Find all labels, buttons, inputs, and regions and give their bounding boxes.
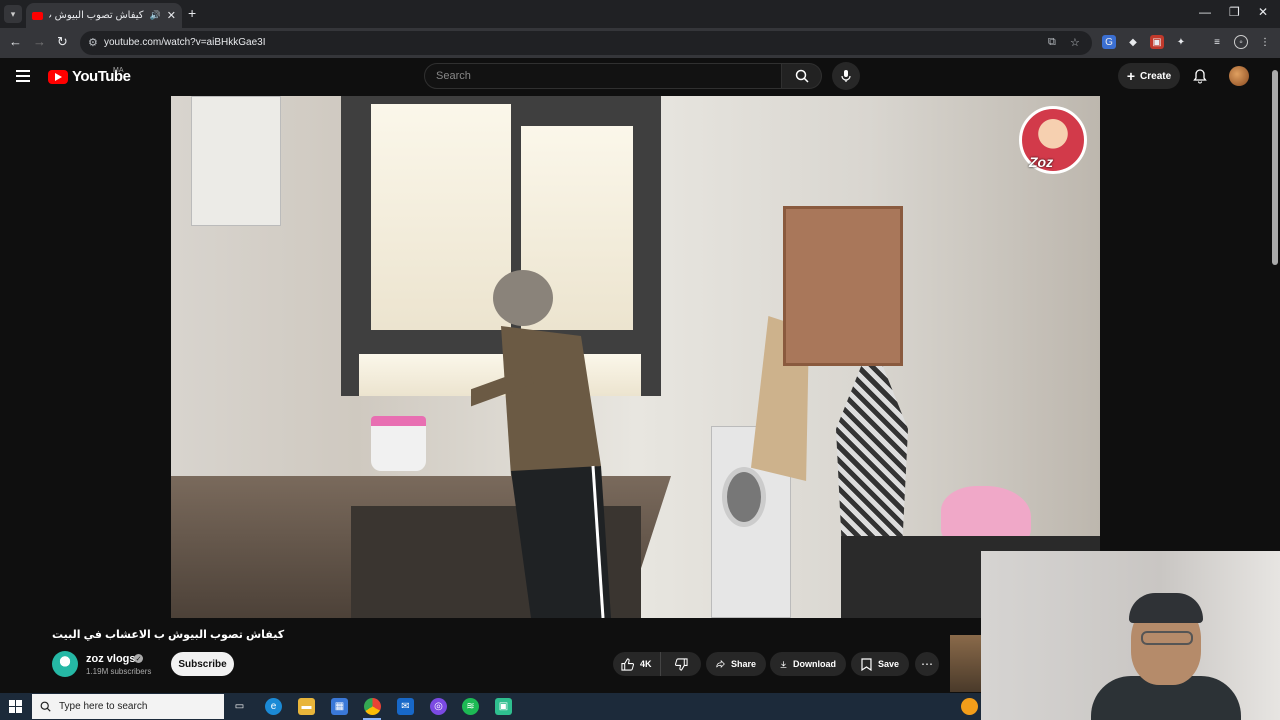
window-close-icon[interactable]: ✕ [1258, 5, 1268, 19]
youtube-play-icon [48, 69, 68, 84]
browser-toolbar: ← → ↻ ⚙ youtube.com/watch?v=aiBHkkGae3I … [0, 28, 1280, 58]
like-count: 4K [640, 659, 652, 669]
tray-app-icon[interactable] [961, 698, 978, 715]
task-view-icon[interactable]: ▭ [231, 698, 248, 715]
page-scrollbar-thumb[interactable] [1272, 70, 1278, 265]
save-playlist-icon [861, 657, 872, 671]
plus-icon: + [1126, 68, 1136, 84]
account-avatar[interactable] [1229, 66, 1249, 86]
search-icon [795, 69, 809, 83]
back-icon[interactable]: ← [9, 34, 22, 49]
voice-search-button[interactable] [832, 62, 860, 90]
subscriber-count: 1.19M subscribers [86, 667, 152, 676]
tab-search-button[interactable]: ▾ [4, 5, 22, 23]
notifications-bell-icon[interactable] [1192, 68, 1208, 84]
save-label: Save [877, 659, 899, 669]
webcam-overlay [981, 551, 1280, 720]
profile-icon[interactable]: ◦ [1234, 35, 1248, 49]
new-tab-icon[interactable]: + [188, 5, 196, 21]
video-player[interactable]: Zoz [171, 96, 1100, 618]
mail-icon[interactable]: ✉ [397, 698, 414, 715]
windows-start-icon[interactable] [9, 700, 22, 713]
windows-taskbar: Type here to search ▭ e ▬ ▦ ✉ ◎ ≋ ▣ [0, 693, 981, 720]
taskbar-search-placeholder: Type here to search [59, 701, 148, 712]
recommended-video-thumbnail[interactable] [950, 635, 981, 692]
restore-icon[interactable]: ❐ [1229, 5, 1240, 19]
chrome-icon[interactable] [364, 698, 381, 715]
webcam-person [1091, 591, 1241, 720]
install-app-icon[interactable]: ⧉ [1048, 36, 1056, 49]
like-button[interactable]: 4K [613, 652, 661, 676]
like-dislike-group: 4K [613, 652, 701, 676]
create-label: Create [1140, 70, 1172, 82]
media-control-icon[interactable]: ≡ [1210, 35, 1224, 49]
share-label: Share [730, 659, 756, 669]
channel-name[interactable]: zoz vlogs [86, 653, 136, 665]
bookmark-star-icon[interactable]: ☆ [1070, 36, 1080, 49]
extension-red-icon[interactable]: ▣ [1150, 35, 1164, 49]
search-icon [40, 701, 51, 712]
create-button[interactable]: + Create [1118, 63, 1180, 89]
app2-icon[interactable]: ▣ [495, 698, 512, 715]
tab-close-icon[interactable]: ✕ [167, 9, 176, 22]
search-input[interactable]: Search [424, 63, 782, 89]
browser-tab-strip: ▾ كيفاش تصوب البيوش ب الأ 🔊 ✕ + — ❐ ✕ [0, 0, 1280, 28]
video-frame-checkered-bag [836, 366, 908, 546]
forward-icon[interactable]: → [33, 34, 46, 49]
microphone-icon [841, 70, 851, 82]
video-frame-jug [371, 416, 426, 471]
store-icon[interactable]: ▦ [331, 698, 348, 715]
download-icon [780, 660, 787, 668]
thumbs-down-icon [674, 657, 688, 671]
thumbs-up-icon [621, 657, 634, 671]
country-code: MA [113, 67, 124, 74]
video-title: كيفاش تصوب البيوش ب الاعشاب في البيت [52, 629, 285, 641]
browser-tab[interactable]: كيفاش تصوب البيوش ب الأ 🔊 ✕ [26, 3, 182, 28]
extension-diamond-icon[interactable]: ◆ [1126, 35, 1140, 49]
spotify-icon[interactable]: ≋ [462, 698, 479, 715]
youtube-header: YouTube MA Search + Create [0, 58, 1280, 96]
video-frame-spice-shelf [783, 206, 903, 366]
translate-extension-icon[interactable]: G [1102, 35, 1116, 49]
more-actions-icon[interactable]: ⋯ [915, 652, 939, 676]
save-button[interactable]: Save [851, 652, 909, 676]
download-button[interactable]: Download [770, 652, 846, 676]
extensions-puzzle-icon[interactable]: ✦ [1174, 35, 1188, 49]
audio-playing-icon[interactable]: 🔊 [150, 10, 161, 21]
address-bar[interactable]: ⚙ youtube.com/watch?v=aiBHkkGae3I ⧉ ☆ [80, 31, 1092, 55]
url-text[interactable]: youtube.com/watch?v=aiBHkkGae3I [104, 37, 265, 48]
youtube-favicon-icon [32, 11, 43, 20]
site-info-icon[interactable]: ⚙ [88, 36, 98, 49]
taskbar-search-input[interactable]: Type here to search [32, 694, 224, 719]
video-frame-boiler [191, 96, 281, 226]
verified-check-icon: ✓ [134, 654, 143, 663]
channel-avatar[interactable] [52, 651, 78, 677]
file-explorer-icon[interactable]: ▬ [298, 698, 315, 715]
reload-icon[interactable]: ↻ [57, 34, 68, 50]
video-frame-person [471, 270, 611, 618]
dislike-button[interactable] [667, 652, 696, 676]
search-placeholder: Search [436, 70, 471, 82]
menu-icon[interactable] [16, 70, 30, 82]
share-button[interactable]: Share [706, 652, 766, 676]
download-label: Download [793, 659, 836, 669]
edge-icon[interactable]: e [265, 698, 282, 715]
share-icon [716, 659, 725, 669]
channel-watermark-text: Zoz [1029, 154, 1054, 170]
subscribe-button[interactable]: Subscribe [171, 652, 234, 676]
app-icon[interactable]: ◎ [430, 698, 447, 715]
browser-menu-icon[interactable]: ⋮ [1258, 35, 1272, 49]
tab-title: كيفاش تصوب البيوش ب الأ [49, 10, 144, 21]
search-button[interactable] [782, 63, 822, 89]
minimize-icon[interactable]: — [1199, 5, 1211, 19]
